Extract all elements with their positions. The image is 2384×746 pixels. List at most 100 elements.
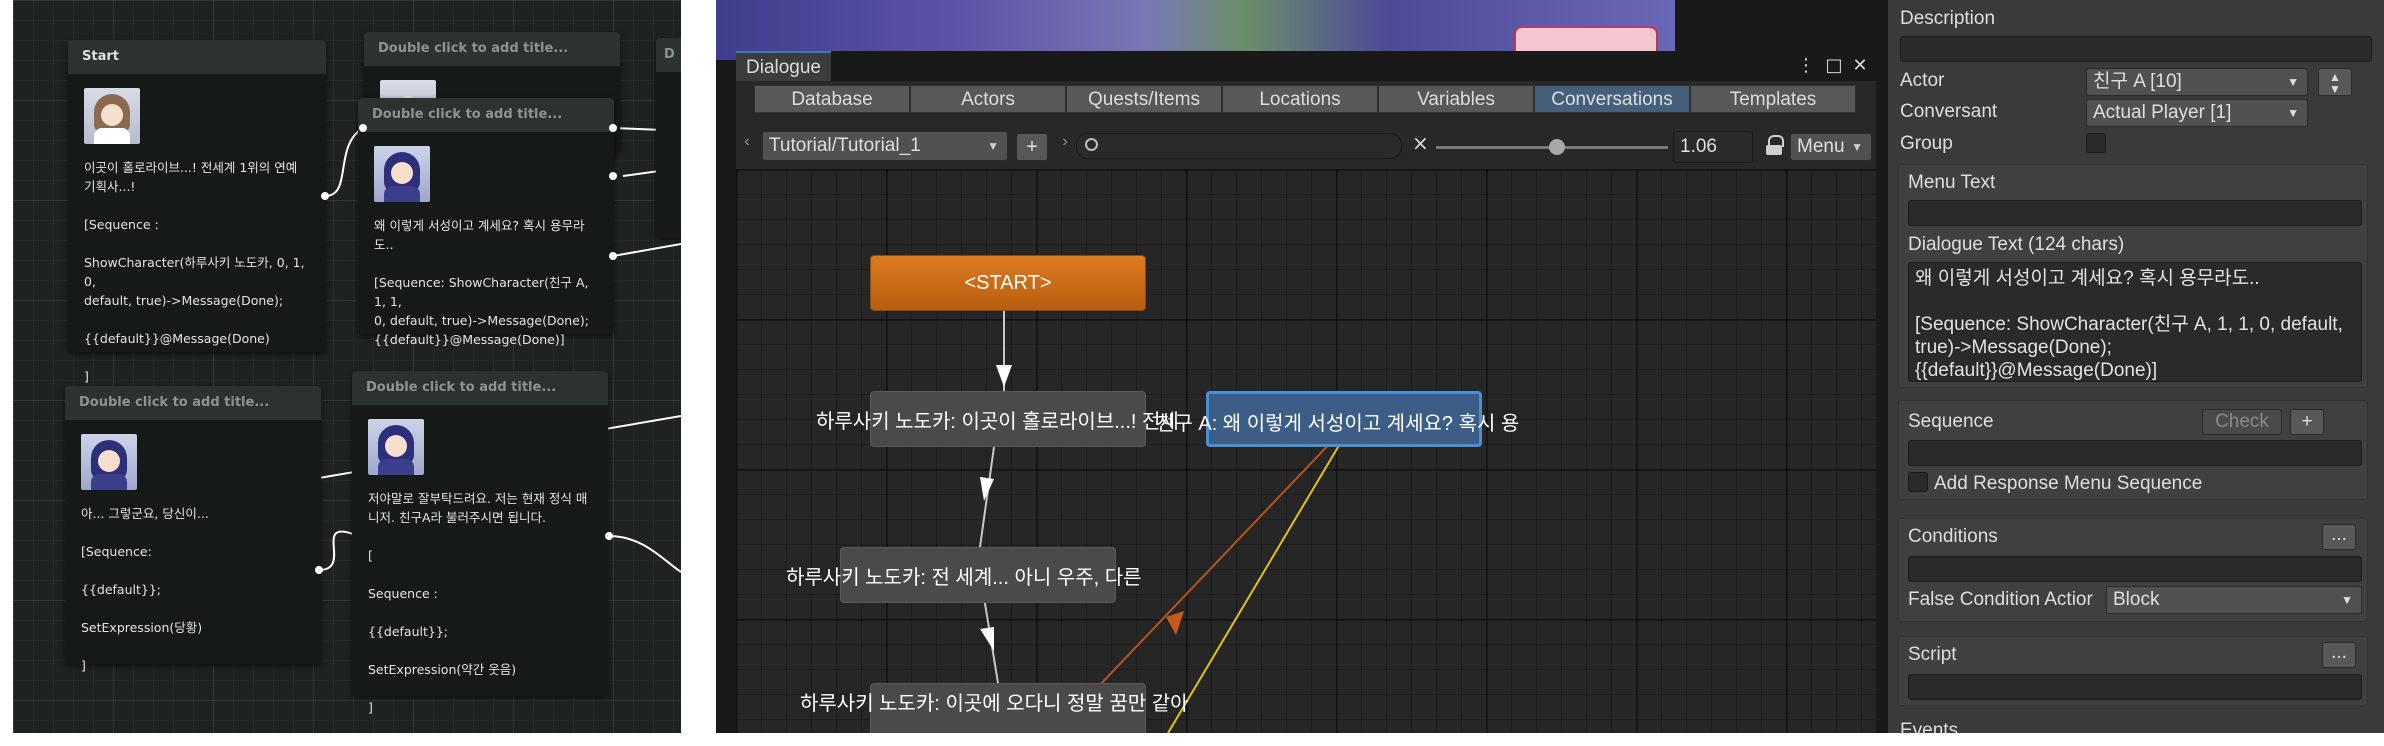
menu-dropdown-label: Menu (1797, 136, 1845, 157)
tab-database[interactable]: Database (754, 85, 910, 113)
conversant-select[interactable]: Actual Player [1] ▼ (2086, 99, 2308, 127)
node-title[interactable]: Double click to add title... (65, 386, 321, 420)
dialogue-entry-label: 하루사키 노도카: 전 세계... 아니 우주, 다른 (786, 567, 1142, 589)
nav-forward-icon[interactable]: › (1058, 133, 1072, 157)
chevron-down-icon: ▼ (987, 139, 999, 153)
group-checkbox[interactable] (2086, 133, 2106, 153)
conversation-select[interactable]: Tutorial/Tutorial_1 ▼ (762, 131, 1008, 161)
output-port[interactable] (315, 566, 323, 574)
node-text: 아... 그렇군요, 당신이... [Sequence: {{default}}… (81, 506, 209, 673)
character-portrait (81, 434, 137, 490)
group-label: Group (1900, 133, 1953, 154)
database-tabs: Database Actors Quests/Items Locations V… (754, 85, 1856, 113)
actor-select-value: 친구 A [10] (2093, 71, 2182, 92)
node-title[interactable]: Double click to add title... (352, 371, 608, 405)
clear-search-button[interactable]: × (1412, 131, 1429, 155)
add-conversation-button[interactable]: + (1016, 133, 1048, 161)
dialogue-editor-window: Dialogue ⋮ □ ✕ Database Actors Quests/It… (736, 51, 1876, 733)
dialogue-text-field[interactable]: 왜 이렇게 서성이고 계세요? 혹시 용무라도.. [Sequence: Sho… (1908, 262, 2362, 382)
node-graph-panel[interactable]: Start 이곳이 홀로라이브...! 전세계 1위의 연예 기획사...! [… (13, 0, 681, 733)
node-title[interactable]: Double click to add title... (358, 98, 614, 132)
script-wizard-button[interactable]: ... (2322, 642, 2356, 668)
actor-label: Actor (1900, 70, 1945, 91)
tab-actors[interactable]: Actors (910, 85, 1066, 113)
dialogue-node[interactable]: Double click to add title... 아... 그렇군요, … (65, 386, 321, 673)
node-text: 이곳이 홀로라이브...! 전세계 1위의 연예 기획사...! [Sequen… (84, 160, 305, 384)
add-response-menu-sequence-checkbox[interactable] (1908, 472, 1928, 492)
lock-icon-body (1766, 145, 1782, 155)
chevron-down-icon: ▼ (2287, 75, 2299, 89)
dialogue-node[interactable]: D (656, 38, 681, 238)
conversation-canvas[interactable]: <START> 하루사키 노도카: 이곳이 홀로라이브...! 전세 친구 A:… (736, 169, 1876, 733)
script-field[interactable] (1908, 674, 2362, 700)
dialogue-text-label: Dialogue Text (124 chars) (1908, 234, 2125, 255)
dialogue-entry-label: 하루사키 노도카: 이곳이 홀로라이브...! 전세 (816, 411, 1179, 433)
nav-back-icon[interactable]: ‹ (740, 133, 754, 157)
dialogue-node-friend-a[interactable]: Double click to add title... 왜 이렇게 서성이고 … (358, 98, 614, 347)
tab-templates[interactable]: Templates (1690, 85, 1856, 113)
output-port[interactable] (605, 532, 613, 540)
dialogue-node[interactable]: Double click to add title... 저야말로 잘부탁드려요… (352, 371, 608, 715)
dialogue-entry-label: 친구 A: 왜 이렇게 서성이고 계세요? 혹시 용 (1156, 413, 1520, 435)
inspector-panel: Description Actor 친구 A [10] ▼ ▲ ▼ Conversa… (1888, 0, 2384, 733)
zoom-value-field[interactable]: 1.06 (1673, 131, 1753, 163)
character-portrait (374, 146, 430, 202)
events-label: Events (1900, 720, 1959, 733)
canvas-links (979, 311, 1345, 733)
output-port[interactable] (609, 124, 617, 132)
search-input[interactable] (1076, 133, 1402, 159)
add-response-menu-sequence-label: Add Response Menu Sequence (1934, 473, 2203, 494)
script-label: Script (1908, 644, 1957, 665)
conversation-select-value: Tutorial/Tutorial_1 (769, 135, 921, 156)
actor-sort-button[interactable]: ▲ ▼ (2318, 68, 2352, 96)
add-sequence-button[interactable]: + (2290, 409, 2324, 435)
actor-select[interactable]: 친구 A [10] ▼ (2086, 68, 2308, 96)
conversant-select-value: Actual Player [1] (2093, 102, 2232, 123)
description-label: Description (1900, 8, 1996, 29)
chevron-down-icon: ▼ (2287, 106, 2299, 120)
conversant-label: Conversant (1900, 101, 1998, 122)
maximize-icon[interactable]: □ (1824, 55, 1844, 76)
dialogue-entry-label: 하루사키 노도카: 이곳에 오다니 정말 꿈만 같아 (800, 693, 1189, 715)
output-port[interactable] (321, 192, 329, 200)
false-condition-action-value: Block (2113, 589, 2160, 610)
input-port[interactable] (609, 172, 617, 180)
search-icon (1085, 138, 1098, 151)
window-titlebar: Dialogue ⋮ □ ✕ (736, 51, 1876, 81)
conditions-field[interactable] (1908, 556, 2362, 582)
input-port[interactable] (359, 124, 367, 132)
node-text: 저야말로 잘부탁드려요. 저는 현재 정식 매 니저. 친구A라 불러주시면 됩… (368, 491, 588, 715)
chevron-down-icon: ▼ (2341, 593, 2353, 607)
more-options-icon[interactable]: ⋮ (1796, 55, 1816, 76)
unity-editor: Dialogue ⋮ □ ✕ Database Actors Quests/It… (716, 0, 2384, 733)
menu-dropdown[interactable]: Menu ▼ (1790, 133, 1872, 161)
node-title[interactable]: Double click to add title... (364, 32, 620, 66)
conditions-wizard-button[interactable]: ... (2322, 524, 2356, 550)
dialogue-node-start[interactable]: Start 이곳이 홀로라이브...! 전세계 1위의 연예 기획사...! [… (68, 40, 326, 384)
node-text: 왜 이렇게 서성이고 계세요? 혹시 용무라 도.. [Sequence: Sh… (374, 218, 589, 347)
tab-variables[interactable]: Variables (1378, 85, 1534, 113)
character-portrait (368, 419, 424, 475)
output-port[interactable] (609, 252, 617, 260)
sequence-label: Sequence (1908, 411, 1994, 432)
dialogue-window-tab[interactable]: Dialogue (736, 51, 831, 81)
node-title[interactable]: Start (68, 40, 326, 74)
tab-locations[interactable]: Locations (1222, 85, 1378, 113)
false-condition-action-select[interactable]: Block ▼ (2106, 586, 2362, 614)
zoom-slider-handle[interactable] (1548, 139, 1565, 155)
character-portrait (84, 88, 140, 144)
close-icon[interactable]: ✕ (1850, 55, 1870, 76)
check-sequence-button[interactable]: Check (2202, 409, 2282, 435)
menu-text-field[interactable] (1908, 200, 2362, 226)
conversation-toolbar: ‹ Tutorial/Tutorial_1 ▼ + › × 1.06 Menu ▼ (736, 129, 1876, 163)
node-title[interactable]: D (656, 38, 681, 72)
sequence-field[interactable] (1908, 440, 2362, 466)
start-node[interactable]: <START> (870, 255, 1146, 311)
false-condition-action-label: False Condition Actior (1908, 589, 2093, 610)
conditions-label: Conditions (1908, 526, 1998, 547)
chevron-down-icon: ▼ (1851, 140, 1863, 154)
tab-conversations[interactable]: Conversations (1534, 85, 1690, 113)
tab-quests-items[interactable]: Quests/Items (1066, 85, 1222, 113)
menu-text-label: Menu Text (1908, 172, 1996, 193)
description-field[interactable] (1900, 36, 2372, 62)
